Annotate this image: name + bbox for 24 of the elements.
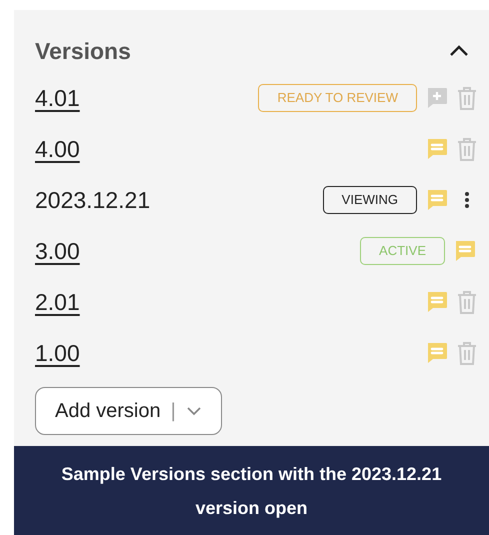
comment-icon[interactable] [453, 239, 477, 263]
status-badge: ACTIVE [360, 237, 445, 265]
trash-icon[interactable] [457, 341, 477, 365]
section-title: Versions [35, 37, 131, 66]
status-badge: VIEWING [322, 186, 417, 214]
comment-icon[interactable] [425, 188, 449, 212]
trash-icon[interactable] [457, 86, 477, 110]
status-badge: READY TO REVIEW [258, 84, 417, 112]
collapse-icon[interactable] [449, 45, 469, 58]
chevron-down-icon[interactable] [186, 406, 202, 416]
trash-icon[interactable] [457, 290, 477, 314]
comment-icon[interactable] [425, 290, 449, 314]
add-version-button[interactable]: Add version | [35, 386, 222, 434]
version-link[interactable]: 1.00 [35, 336, 80, 370]
comment-icon[interactable] [425, 137, 449, 161]
version-link[interactable]: 3.00 [35, 234, 80, 268]
trash-icon[interactable] [457, 137, 477, 161]
add-comment-icon[interactable] [425, 86, 449, 110]
comment-icon[interactable] [425, 341, 449, 365]
caption-text: Sample Versions section with the 2023.12.21 version open [60, 462, 443, 520]
version-link[interactable]: 4.00 [35, 132, 80, 166]
version-label: 2023.12.21 [35, 186, 150, 215]
version-link[interactable]: 2.01 [35, 284, 80, 320]
version-link[interactable]: 4.01 [35, 80, 80, 116]
